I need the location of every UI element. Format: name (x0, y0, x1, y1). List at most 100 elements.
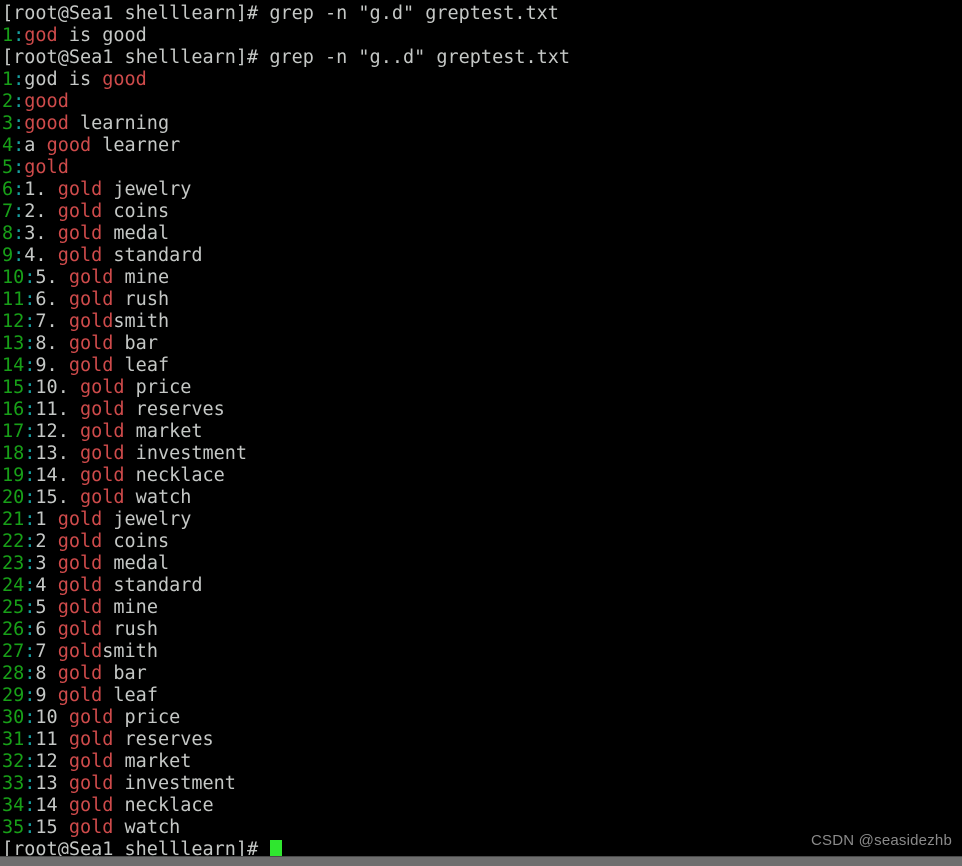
result-text: watch (113, 817, 181, 838)
result-text: 15 (35, 817, 69, 838)
result-text: learner (91, 135, 181, 156)
grep-match-text: good (102, 69, 147, 90)
result-line-number: 17 (2, 421, 25, 442)
result-text: standard (102, 245, 203, 266)
result-line-number: 31 (2, 729, 25, 750)
result-text: learning (68, 113, 170, 134)
result-line-number: 1 (2, 25, 14, 46)
result-line-number: 20 (2, 487, 25, 508)
grep-match-text: good (24, 91, 69, 112)
result-separator: : (24, 509, 36, 530)
result-text: god is (24, 69, 103, 90)
grep-match-text: gold (68, 289, 114, 310)
grep-result-line: 7:2. gold coins (2, 201, 962, 223)
grep-match-text: gold (68, 355, 114, 376)
grep-result-line: 29:9 gold leaf (2, 685, 962, 707)
result-text: rush (102, 619, 158, 640)
grep-result-line: 16:11. gold reserves (2, 399, 962, 421)
result-line-number: 23 (2, 553, 25, 574)
terminal-command-line: [root@Sea1 shelllearn]# grep -n "g.d" gr… (2, 3, 962, 25)
result-text: 7 (35, 641, 58, 662)
result-separator: : (13, 245, 25, 266)
result-separator: : (24, 421, 36, 442)
result-text: 5 (35, 597, 58, 618)
result-line-number: 4 (2, 135, 14, 156)
grep-match-text: gold (57, 201, 103, 222)
result-text: smith (113, 311, 170, 332)
result-text: 12 (35, 751, 69, 772)
result-separator: : (24, 443, 36, 464)
command-text: grep -n "g.d" greptest.txt (269, 3, 559, 24)
result-separator: : (24, 377, 36, 398)
grep-result-line: 8:3. gold medal (2, 223, 962, 245)
grep-result-line: 9:4. gold standard (2, 245, 962, 267)
result-text: 11. (35, 399, 80, 420)
grep-match-text: gold (68, 267, 114, 288)
result-text: bar (113, 333, 158, 354)
window-bottom-bar (0, 856, 962, 866)
result-separator: : (13, 113, 25, 134)
shell-prompt: [root@Sea1 shelllearn]# (2, 3, 270, 24)
grep-match-text: gold (79, 399, 125, 420)
grep-result-line: 5:gold (2, 157, 962, 179)
result-line-number: 15 (2, 377, 25, 398)
result-separator: : (24, 399, 36, 420)
grep-match-text: gold (57, 245, 103, 266)
grep-result-line: 27:7 goldsmith (2, 641, 962, 663)
grep-match-text: gold (68, 729, 114, 750)
result-separator: : (13, 25, 25, 46)
grep-result-line: 6:1. gold jewelry (2, 179, 962, 201)
result-line-number: 29 (2, 685, 25, 706)
result-separator: : (13, 69, 25, 90)
grep-result-line: 32:12 gold market (2, 751, 962, 773)
result-line-number: 16 (2, 399, 25, 420)
result-separator: : (24, 553, 36, 574)
grep-match-text: good (24, 113, 69, 134)
result-separator: : (24, 729, 36, 750)
result-separator: : (24, 685, 36, 706)
grep-result-line: 18:13. gold investment (2, 443, 962, 465)
result-line-number: 8 (2, 223, 14, 244)
result-text: leaf (113, 355, 170, 376)
grep-match-text: gold (68, 817, 114, 838)
result-text: 4. (24, 245, 58, 266)
result-text: price (113, 707, 181, 728)
grep-result-line: 26:6 gold rush (2, 619, 962, 641)
grep-match-text: good (46, 135, 92, 156)
result-text: 8. (35, 333, 69, 354)
result-text: 5. (35, 267, 69, 288)
grep-result-line: 1:god is good (2, 69, 962, 91)
grep-match-text: gold (57, 597, 103, 618)
grep-result-line: 13:8. gold bar (2, 333, 962, 355)
result-line-number: 2 (2, 91, 14, 112)
result-separator: : (24, 641, 36, 662)
terminal-window[interactable]: [root@Sea1 shelllearn]# grep -n "g.d" gr… (0, 0, 962, 866)
result-text: investment (113, 773, 236, 794)
result-separator: : (24, 575, 36, 596)
result-line-number: 7 (2, 201, 14, 222)
result-separator: : (24, 817, 36, 838)
result-text: 8 (35, 663, 58, 684)
result-separator: : (24, 597, 36, 618)
result-text: 9 (35, 685, 58, 706)
result-text: 6 (35, 619, 58, 640)
result-text: leaf (102, 685, 158, 706)
result-separator: : (24, 531, 36, 552)
result-text: medal (102, 223, 170, 244)
result-text: 3. (24, 223, 58, 244)
result-line-number: 26 (2, 619, 25, 640)
grep-match-text: gold (57, 553, 103, 574)
grep-result-line: 1:god is good (2, 25, 962, 47)
grep-match-text: gold (79, 487, 125, 508)
result-separator: : (24, 751, 36, 772)
result-line-number: 25 (2, 597, 25, 618)
result-text: standard (102, 575, 203, 596)
result-line-number: 13 (2, 333, 25, 354)
result-line-number: 18 (2, 443, 25, 464)
result-separator: : (24, 289, 36, 310)
result-text: jewelry (102, 179, 192, 200)
result-separator: : (24, 465, 36, 486)
result-text: 7. (35, 311, 69, 332)
grep-match-text: gold (24, 157, 69, 178)
grep-match-text: gold (57, 619, 103, 640)
